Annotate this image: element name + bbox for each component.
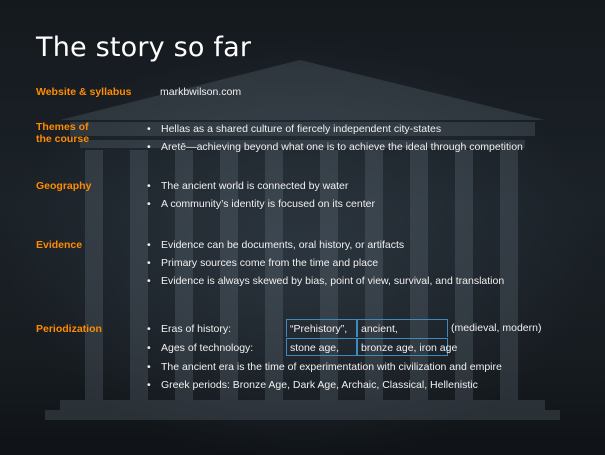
list-item: Hellas as a shared culture of fiercely i… [147,123,523,141]
label-website-syllabus: Website & syllabus [36,86,132,98]
website-url: markbwilson.com [160,86,242,98]
periodization-list: The ancient era is the time of experimen… [147,361,502,397]
list-item: Evidence can be documents, oral history,… [147,239,504,257]
label-themes-line1: Themes of [36,121,89,133]
slide-title: The story so far [36,32,252,63]
geography-list: The ancient world is connected by water … [147,180,375,216]
label-themes: Themes of the course [36,121,146,145]
table-cell: stone age, [286,338,357,356]
list-item: Aretē—achieving beyond what one is to ac… [147,141,523,159]
list-item: Greek periods: Bronze Age, Dark Age, Arc… [147,379,502,397]
bullet: • [147,323,151,335]
row-label: Ages of technology: [161,342,254,354]
label-periodization: Periodization [36,323,102,335]
list-item: The ancient world is connected by water [147,180,375,198]
list-item: The ancient era is the time of experimen… [147,361,502,379]
table-cell: “Prehistory”, [286,319,357,337]
table-cell: bronze age, iron age [357,338,457,356]
label-geography: Geography [36,180,92,192]
table-cell: (medieval, modern) [451,322,542,334]
evidence-list: Evidence can be documents, oral history,… [147,239,504,293]
label-themes-line2: the course [36,133,90,145]
list-item: Primary sources come from the time and p… [147,257,504,275]
list-item: Evidence is always skewed by bias, point… [147,275,504,293]
bullet: • [147,342,151,354]
themes-list: Hellas as a shared culture of fiercely i… [147,123,523,159]
label-evidence: Evidence [36,239,83,251]
row-label: Eras of history: [161,323,232,335]
slide: The story so far Website & syllabus mark… [0,0,605,455]
list-item: A community’s identity is focused on its… [147,198,375,216]
table-cell: ancient, [357,319,448,337]
